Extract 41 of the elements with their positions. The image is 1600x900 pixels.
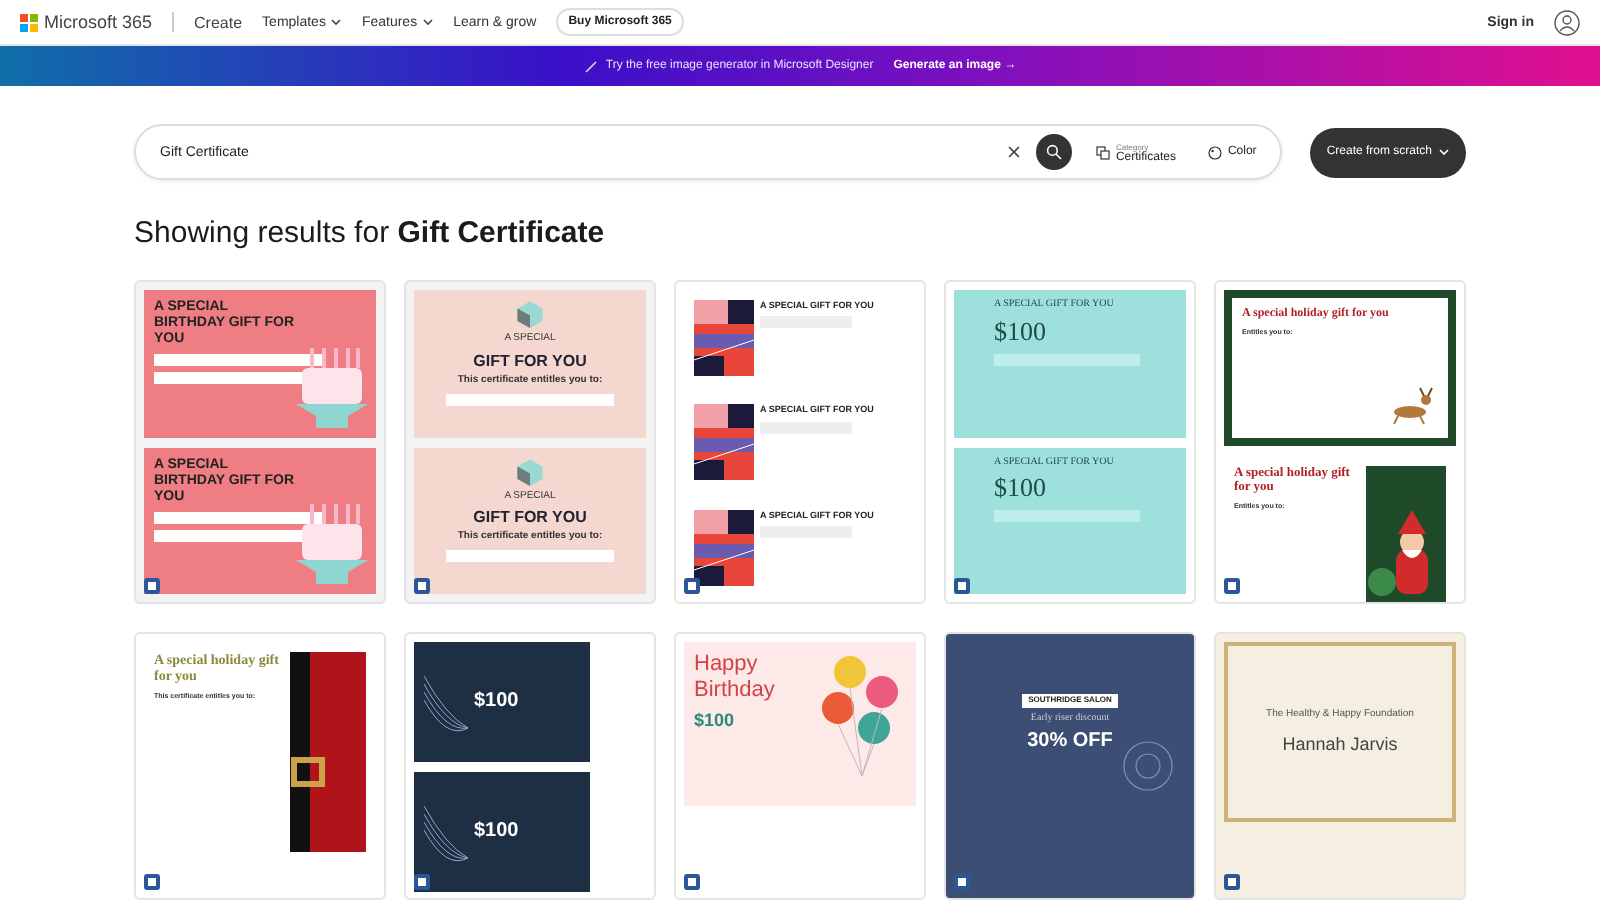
certificate-amount: $100 (474, 820, 519, 844)
document-app-icon (954, 874, 970, 890)
certificate-amount: $100 (994, 317, 1048, 348)
close-icon[interactable] (1007, 146, 1020, 158)
certificate-amount: $100 (694, 710, 737, 732)
document-app-icon (954, 578, 970, 594)
chevron-down-icon (1438, 148, 1450, 156)
search-button[interactable] (1035, 134, 1072, 170)
document-app-icon (684, 874, 700, 890)
santa-drawing (1366, 465, 1446, 602)
magic-wand-icon (583, 59, 598, 73)
striped-pattern-drawing (694, 509, 754, 586)
four-squares-logo-icon (20, 13, 38, 31)
document-app-icon (1224, 578, 1240, 594)
certificate-amount: $100 (474, 690, 519, 714)
cube-drawing (516, 300, 544, 328)
striped-pattern-drawing (694, 404, 754, 481)
reindeer-drawing (1388, 385, 1436, 425)
brand-logo[interactable]: Microsoft 365 (20, 12, 153, 32)
template-card[interactable]: $100 $100 (404, 632, 656, 900)
user-avatar-icon[interactable] (1554, 9, 1580, 35)
certificate-title: Happy Birthday (694, 652, 777, 703)
search-icon (1045, 144, 1062, 160)
certificate-amount: $100 (994, 474, 1048, 505)
certificate-name: Hannah Jarvis (1282, 733, 1398, 755)
cube-drawing (516, 457, 544, 485)
document-app-icon (414, 874, 430, 890)
certificate-amount: 30% OFF (1027, 730, 1113, 754)
app-name[interactable]: Create (194, 13, 243, 31)
document-app-icon (1224, 874, 1240, 890)
striped-pattern-drawing (694, 300, 754, 376)
template-card[interactable]: Happy Birthday $100 (674, 632, 926, 900)
document-app-icon (414, 578, 430, 594)
document-app-icon (144, 578, 160, 594)
certificate-title: GIFT FOR YOU (473, 508, 587, 527)
document-app-icon (144, 874, 160, 890)
document-app-icon (684, 578, 700, 594)
layers-icon (1095, 145, 1110, 159)
palette-icon (1207, 145, 1222, 159)
certificate-title: GIFT FOR YOU (473, 351, 587, 370)
results-heading: Showing results for Gift Certificate (134, 216, 607, 250)
